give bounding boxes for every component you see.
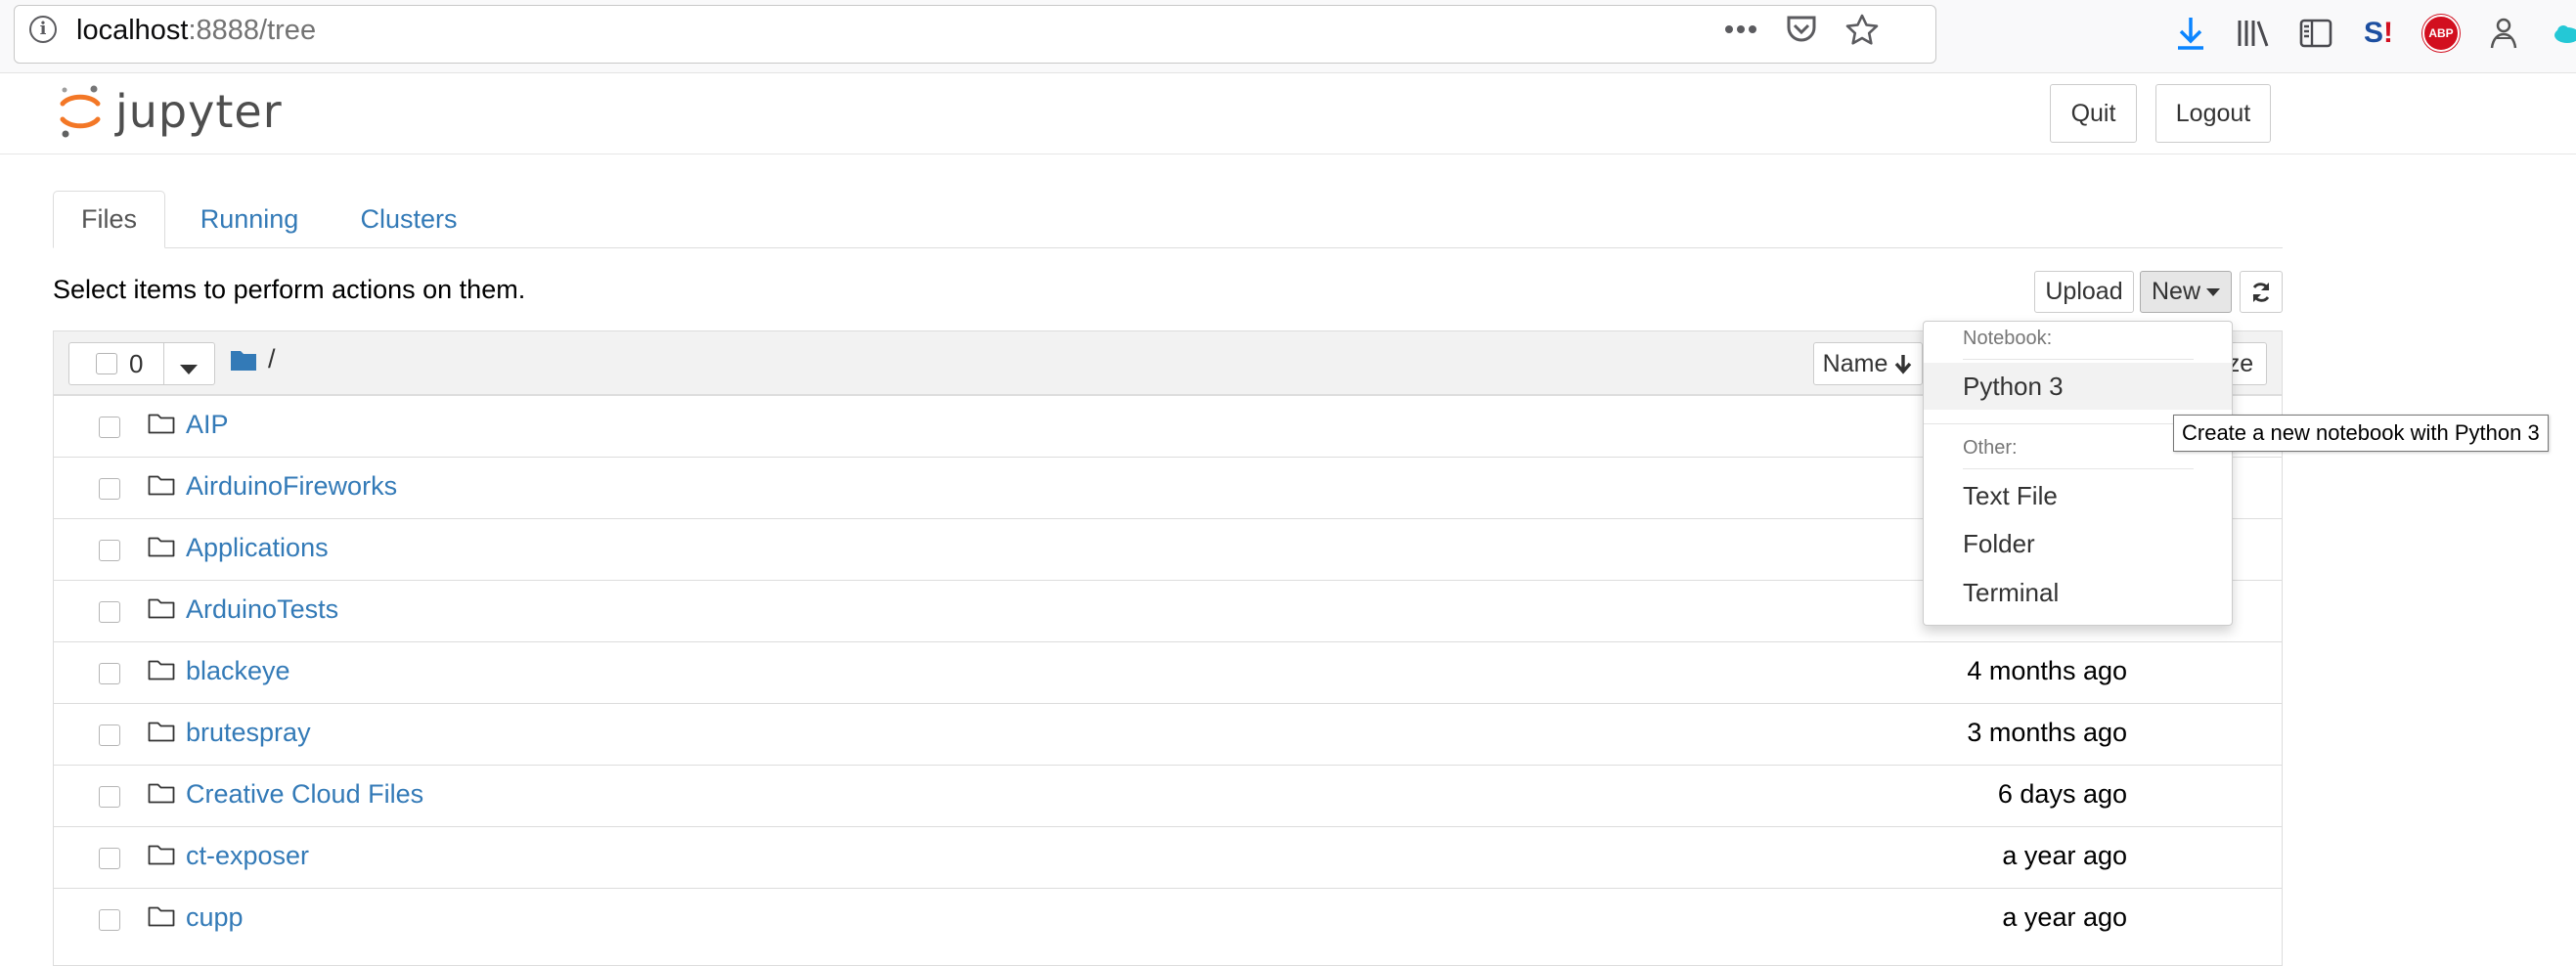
row-checkbox[interactable] (99, 909, 120, 931)
tab-files[interactable]: Files (53, 191, 165, 248)
browser-extension-icons: S! ABP (2171, 14, 2576, 53)
folder-icon (148, 782, 175, 809)
last-modified: 4 months ago (1967, 656, 2127, 685)
sidebar-icon[interactable] (2296, 14, 2335, 53)
file-name-link[interactable]: cupp (186, 902, 244, 933)
refresh-icon (2252, 282, 2270, 302)
cloud-icon[interactable] (2547, 14, 2576, 53)
table-row[interactable]: brutespray 3 months ago (54, 703, 2282, 764)
file-name-link[interactable]: ArduinoTests (186, 594, 338, 625)
notebook-section-rule (1963, 359, 2194, 360)
table-row[interactable]: Creative Cloud Files 6 days ago (54, 765, 2282, 825)
pocket-icon[interactable] (1782, 10, 1821, 49)
new-button-label: New (2151, 278, 2200, 305)
select-divider (163, 343, 164, 384)
notebook-section-header: Notebook: (1963, 328, 2053, 349)
python3-tooltip: Create a new notebook with Python 3 (2173, 415, 2549, 452)
tab-clusters[interactable]: Clusters (344, 191, 473, 248)
last-modified: 6 days ago (1997, 779, 2127, 809)
url-path: :8888/tree (188, 15, 317, 46)
url-text[interactable]: localhost:8888/tree (76, 14, 316, 47)
download-icon[interactable] (2171, 14, 2210, 53)
table-row[interactable]: cupp a year ago (54, 888, 2282, 948)
folder-icon (148, 905, 175, 932)
arrow-down-icon (1895, 355, 1912, 374)
other-section-rule (1963, 468, 2194, 469)
select-all-checkbox[interactable] (96, 353, 117, 374)
table-row[interactable]: ct-exposer a year ago (54, 826, 2282, 887)
file-name-link[interactable]: ct-exposer (186, 841, 309, 871)
selection-hint: Select items to perform actions on them. (53, 275, 526, 304)
row-checkbox[interactable] (99, 601, 120, 623)
other-section-header: Other: (1963, 437, 2018, 459)
row-checkbox[interactable] (99, 417, 120, 438)
row-checkbox[interactable] (99, 663, 120, 684)
menu-item-terminal[interactable]: Terminal (1924, 569, 2232, 616)
last-modified: a year ago (2002, 902, 2127, 932)
last-modified: 3 months ago (1967, 718, 2127, 747)
breadcrumb: / (231, 344, 276, 374)
sort-name-label: Name (1822, 349, 1888, 377)
jupyter-logo-text: jupyter (115, 85, 283, 138)
adblock-plus-badge: ABP (2422, 15, 2460, 52)
table-row[interactable]: blackeye 4 months ago (54, 641, 2282, 702)
folder-icon (148, 413, 175, 439)
selected-count: 0 (129, 349, 144, 378)
file-name-link[interactable]: AirduinoFireworks (186, 471, 397, 502)
logout-button[interactable]: Logout (2155, 84, 2271, 143)
last-modified: a year ago (2002, 841, 2127, 870)
row-checkbox[interactable] (99, 848, 120, 869)
upload-button[interactable]: Upload (2034, 271, 2134, 313)
s-extension-icon[interactable]: S! (2359, 14, 2398, 53)
menu-item-python3[interactable]: Python 3 (1924, 363, 2232, 410)
tab-running[interactable]: Running (182, 191, 317, 248)
new-dropdown-menu: Notebook: Python 3 Other: Text File Fold… (1923, 321, 2233, 626)
folder-icon (148, 597, 175, 624)
breadcrumb-root[interactable]: / (268, 344, 276, 374)
caret-down-icon (2206, 287, 2220, 296)
quit-button[interactable]: Quit (2050, 84, 2137, 143)
folder-icon (148, 721, 175, 747)
jupyter-logo[interactable]: jupyter (57, 82, 283, 141)
folder-filled-icon[interactable] (231, 349, 256, 371)
folder-icon (148, 474, 175, 501)
site-info-icon[interactable]: i (29, 16, 57, 43)
file-name-link[interactable]: AIP (186, 410, 229, 440)
file-name-link[interactable]: blackeye (186, 656, 290, 686)
urlbar-actions (1721, 10, 1882, 49)
file-name-link[interactable]: Applications (186, 533, 329, 563)
bookmark-star-icon[interactable] (1843, 10, 1882, 49)
page-actions-icon[interactable] (1721, 10, 1760, 49)
file-name-link[interactable]: brutespray (186, 718, 311, 748)
row-checkbox[interactable] (99, 724, 120, 746)
jupyter-logo-icon (60, 85, 101, 138)
menu-item-folder[interactable]: Folder (1924, 520, 2232, 567)
menu-item-text-file[interactable]: Text File (1924, 472, 2232, 519)
file-name-link[interactable]: Creative Cloud Files (186, 779, 423, 810)
folder-icon (148, 659, 175, 685)
row-checkbox[interactable] (99, 478, 120, 500)
row-checkbox[interactable] (99, 540, 120, 561)
adblock-plus-icon[interactable]: ABP (2421, 14, 2461, 53)
library-icon[interactable] (2234, 14, 2273, 53)
url-host: localhost (76, 15, 189, 46)
extension-figure-icon[interactable] (2484, 14, 2523, 53)
sort-by-name-button[interactable]: Name (1813, 342, 1923, 385)
folder-icon (148, 844, 175, 870)
s-extension-label: S (2363, 17, 2383, 49)
select-menu-caret-icon[interactable] (180, 362, 198, 379)
folder-icon (148, 536, 175, 562)
new-button[interactable]: New (2140, 271, 2232, 313)
row-checkbox[interactable] (99, 786, 120, 808)
refresh-button[interactable] (2240, 271, 2283, 313)
